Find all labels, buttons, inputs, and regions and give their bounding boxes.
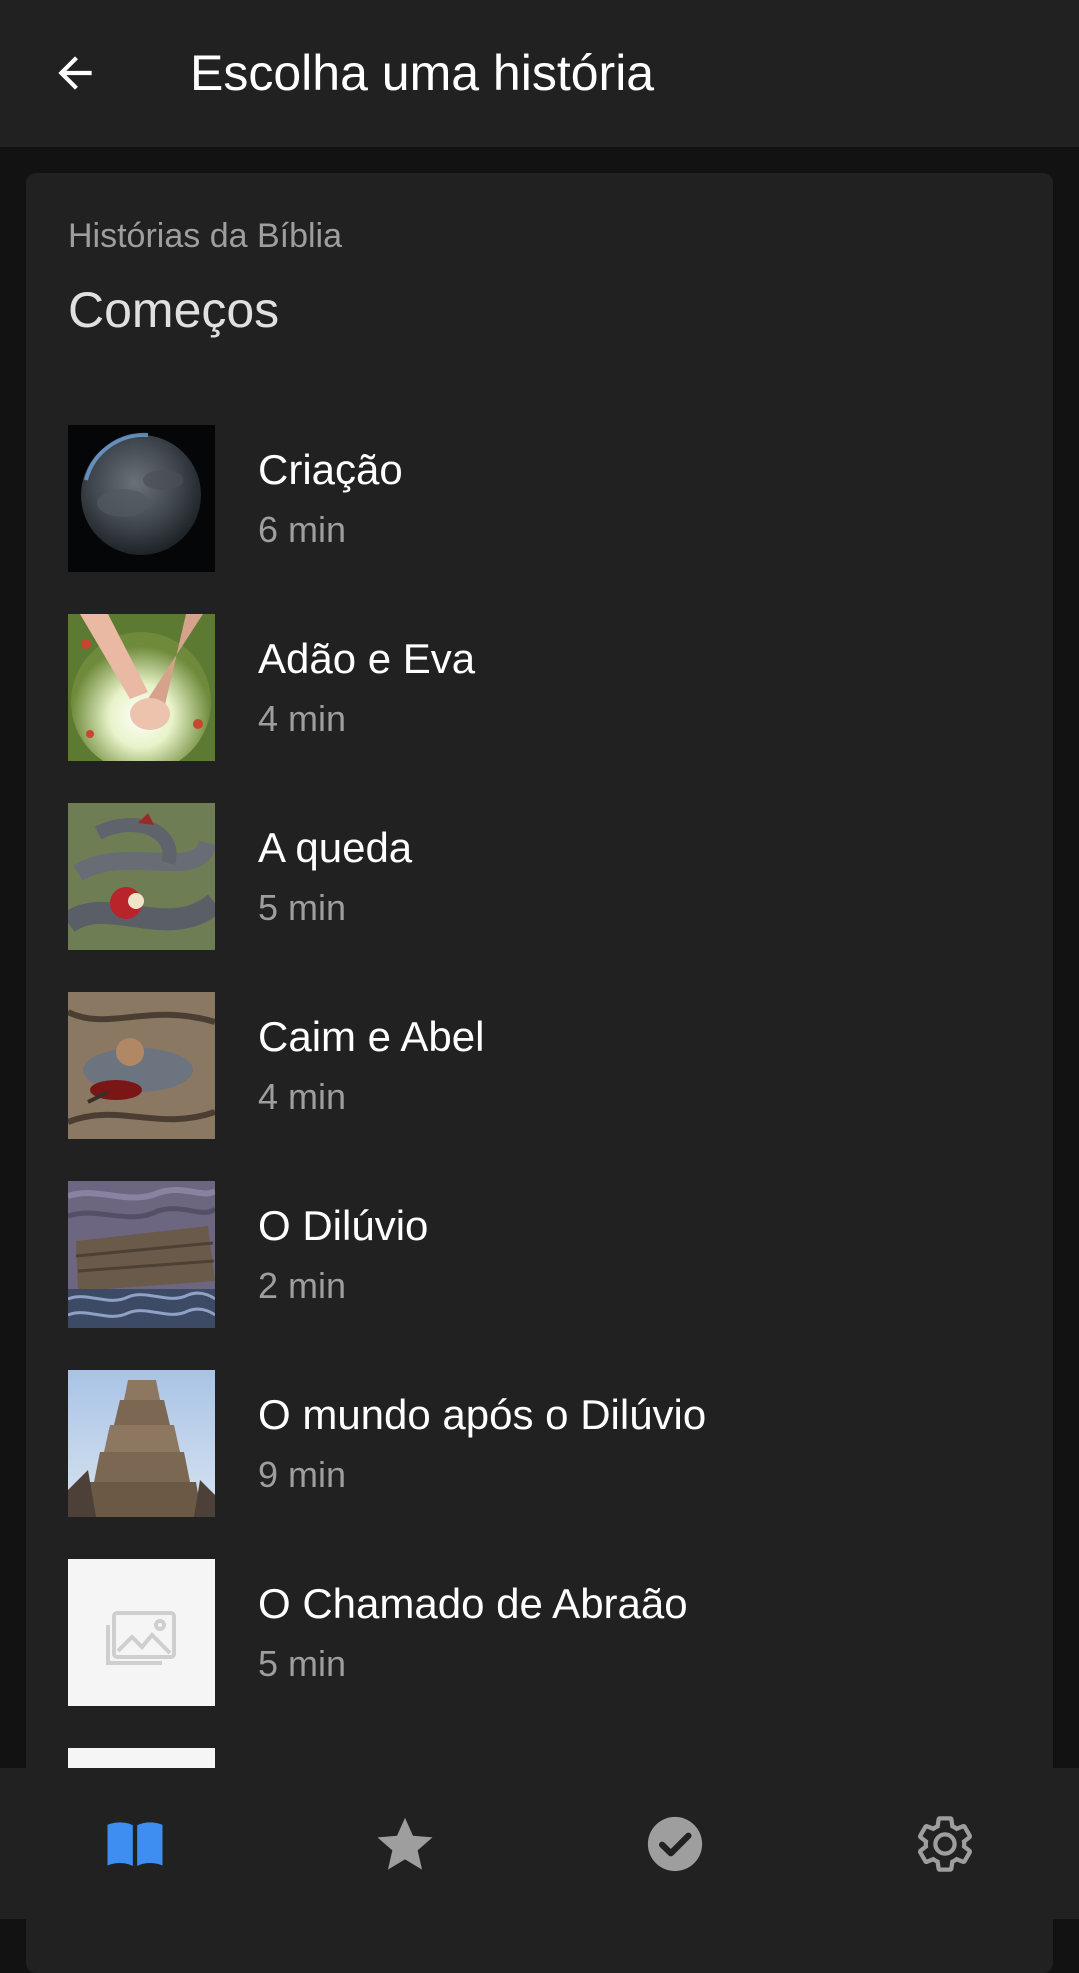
story-duration: 4 min <box>258 698 347 739</box>
serpent-apple-thumbnail <box>68 803 215 950</box>
story-set-card: Histórias da Bíblia Começos Criação 6 mi… <box>26 173 1053 1973</box>
nav-favorites[interactable] <box>270 1768 540 1919</box>
app-bar: Escolha uma história <box>0 0 1079 147</box>
story-duration: 5 min <box>258 887 347 928</box>
fallen-man-thumbnail <box>68 992 215 1139</box>
story-title: Adão e Eva <box>258 635 476 682</box>
story-title: O Dilúvio <box>258 1202 429 1249</box>
story-list: Criação 6 min Adão e Eva 4 min A queda 5… <box>26 425 1053 1937</box>
star-icon <box>377 1817 433 1870</box>
story-item-criacao[interactable]: Criação 6 min <box>26 425 1053 614</box>
story-duration: 5 min <box>258 1643 347 1684</box>
story-item-o-diluvio[interactable]: O Dilúvio 2 min <box>26 1181 1053 1370</box>
tower-babel-thumbnail <box>68 1370 215 1517</box>
story-duration: 4 min <box>258 1076 347 1117</box>
book-open-icon <box>107 1821 163 1866</box>
bottom-navigation <box>0 1768 1079 1919</box>
story-item-adao-e-eva[interactable]: Adão e Eva 4 min <box>26 614 1053 803</box>
story-duration: 9 min <box>258 1454 347 1495</box>
story-title: O mundo após o Dilúvio <box>258 1391 707 1438</box>
story-title: Caim e Abel <box>258 1013 485 1060</box>
page-title: Escolha uma história <box>190 45 655 101</box>
image-placeholder-thumbnail <box>68 1559 215 1706</box>
story-duration: 6 min <box>258 509 347 550</box>
story-item-a-queda[interactable]: A queda 5 min <box>26 803 1053 992</box>
nav-settings[interactable] <box>810 1768 1079 1919</box>
story-title: O Chamado de Abraão <box>258 1580 688 1627</box>
story-item-o-mundo-apos-o-diluvio[interactable]: O mundo após o Dilúvio 9 min <box>26 1370 1053 1559</box>
check-circle-icon <box>647 1816 703 1871</box>
back-button[interactable] <box>30 28 120 118</box>
planet-thumbnail <box>68 425 215 572</box>
story-item-caim-e-abel[interactable]: Caim e Abel 4 min <box>26 992 1053 1181</box>
story-duration: 2 min <box>258 1265 347 1306</box>
story-title: Criação <box>258 446 403 493</box>
section-title: Começos <box>68 282 280 338</box>
ark-storm-thumbnail <box>68 1181 215 1328</box>
holding-hands-thumbnail <box>68 614 215 761</box>
settings-gear-icon <box>917 1815 973 1872</box>
collection-subtitle: Histórias da Bíblia <box>68 217 343 255</box>
story-item-o-chamado-de-abraao[interactable]: O Chamado de Abraão 5 min <box>26 1559 1053 1748</box>
nav-stories[interactable] <box>0 1768 270 1919</box>
arrow-left-icon <box>58 56 92 90</box>
nav-completed[interactable] <box>540 1768 810 1919</box>
story-title: A queda <box>258 824 413 871</box>
